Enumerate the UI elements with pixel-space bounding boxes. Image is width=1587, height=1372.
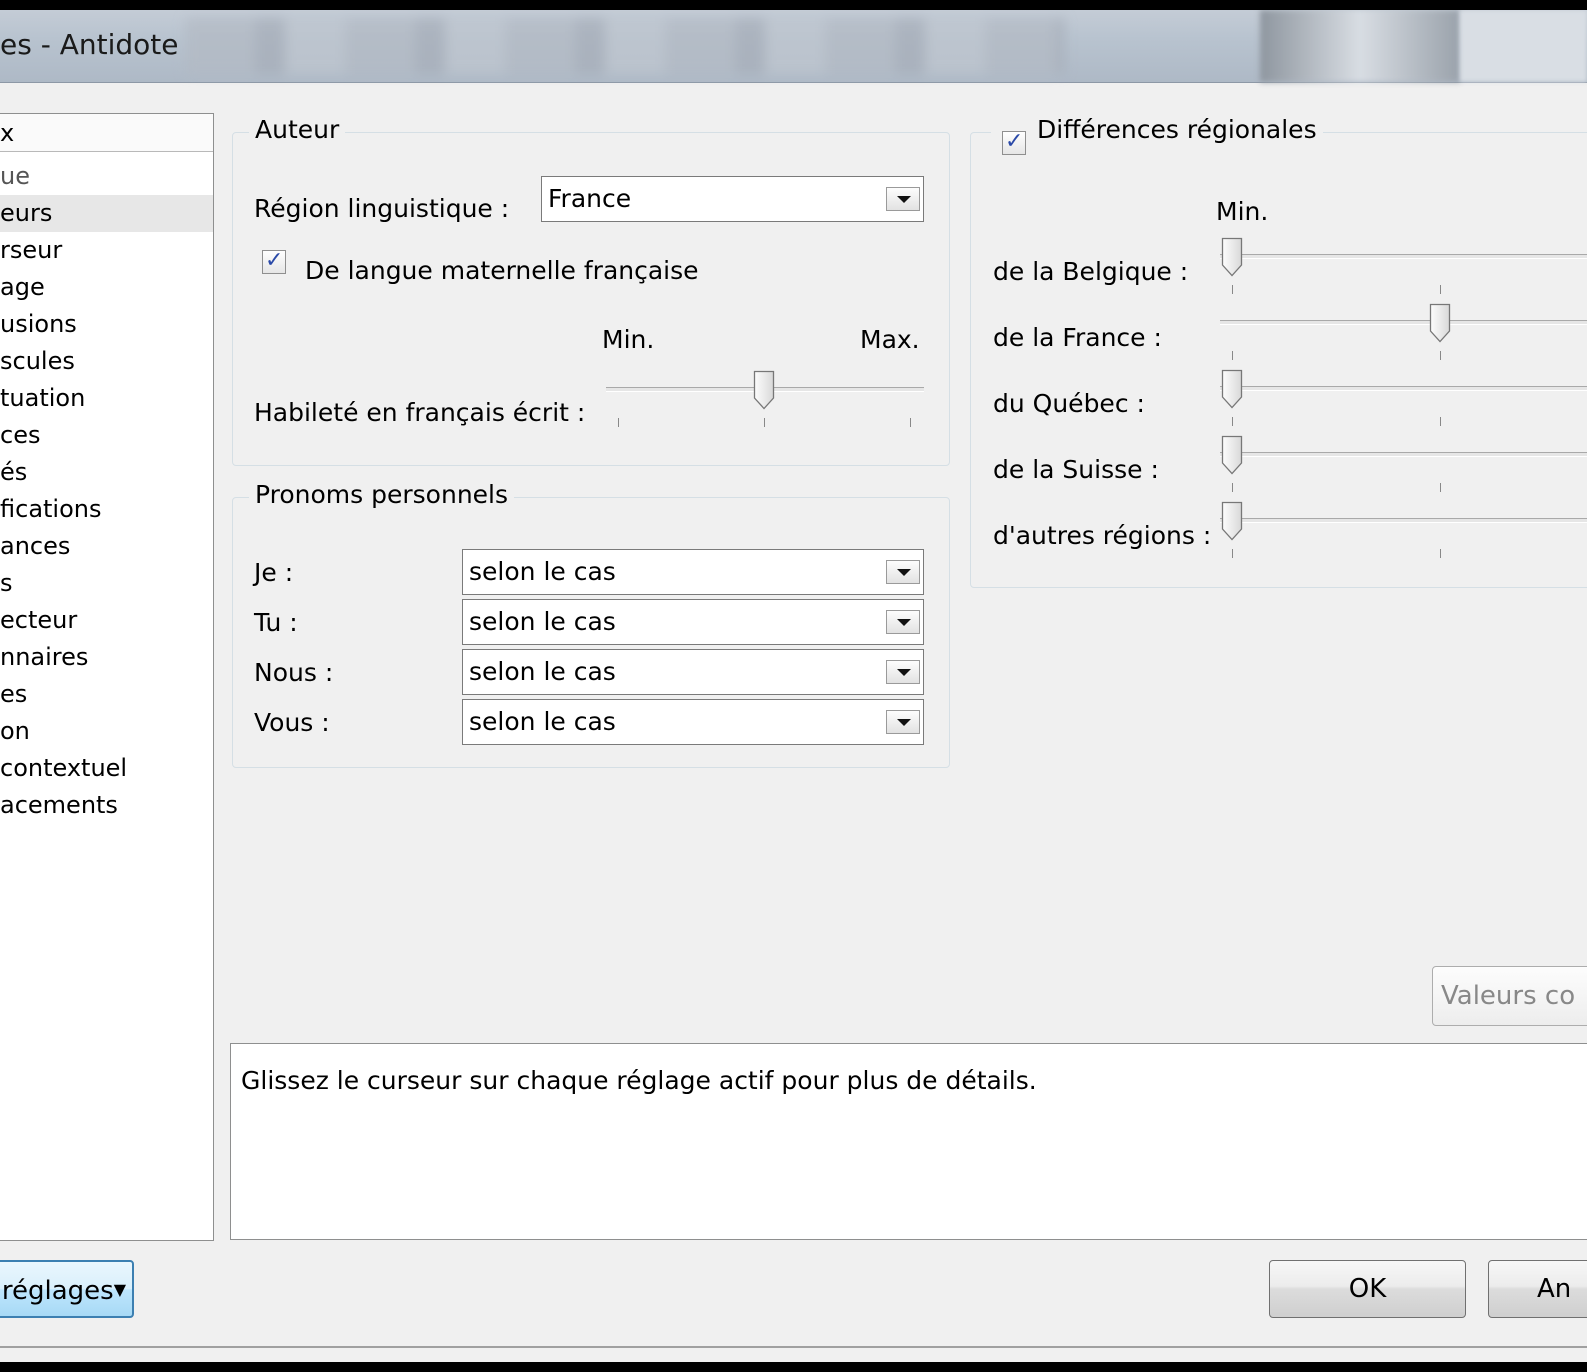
category-item[interactable]: contextuel: [0, 750, 213, 787]
category-item[interactable]: tuation: [0, 380, 213, 417]
habilete-max-label: Max.: [860, 325, 920, 354]
category-item[interactable]: ces: [0, 417, 213, 454]
region-slider-label: du Québec :: [993, 389, 1145, 418]
region-slider-label: de la Suisse :: [993, 455, 1159, 484]
pronoms-group-title: Pronoms personnels: [249, 480, 515, 509]
regions-checkbox[interactable]: [1002, 129, 1026, 155]
pronom-label: Tu :: [254, 608, 298, 637]
slider-tick: [910, 418, 911, 427]
category-item[interactable]: es: [0, 676, 213, 713]
region-slider-thumb[interactable]: [1429, 303, 1451, 343]
reglages-button[interactable]: réglages▼: [0, 1260, 134, 1318]
category-item[interactable]: és: [0, 454, 213, 491]
category-item[interactable]: nnaires: [0, 639, 213, 676]
region-value: France: [548, 184, 632, 213]
region-slider-track[interactable]: [1220, 518, 1587, 523]
regions-min-label: Min.: [1216, 197, 1269, 226]
region-slider-thumb[interactable]: [1221, 237, 1243, 277]
ok-button[interactable]: OK: [1269, 1260, 1466, 1318]
slider-tick: [1440, 549, 1441, 558]
category-list[interactable]: x ue eurs rseur age usions scules tuation ces és…: [0, 113, 214, 1241]
chevron-down-icon[interactable]: [886, 710, 920, 734]
pronom-dropdown[interactable]: selon le cas: [462, 649, 924, 695]
pronom-value: selon le cas: [469, 657, 616, 686]
region-slider-track[interactable]: [1220, 320, 1587, 325]
pronom-label: Nous :: [254, 658, 334, 687]
category-item[interactable]: ue: [0, 158, 213, 195]
pronom-value: selon le cas: [469, 557, 616, 586]
description-text: Glissez le curseur sur chaque réglage ac…: [241, 1066, 1037, 1095]
slider-tick: [618, 418, 619, 427]
valeurs-button[interactable]: Valeurs co: [1432, 966, 1587, 1026]
region-slider-thumb[interactable]: [1221, 501, 1243, 541]
pronom-value: selon le cas: [469, 607, 616, 636]
chevron-down-icon[interactable]: [886, 187, 920, 211]
blurred-background-2: [1260, 10, 1460, 82]
region-slider-track[interactable]: [1220, 254, 1587, 259]
region-slider-thumb[interactable]: [1221, 435, 1243, 475]
habilete-label: Habileté en français écrit :: [254, 398, 586, 427]
pronom-dropdown[interactable]: selon le cas: [462, 599, 924, 645]
preferences-window: es - Antidote x ue eurs rseur age usions scul…: [0, 10, 1587, 1362]
category-item[interactable]: s: [0, 565, 213, 602]
pronom-label: Vous :: [254, 708, 330, 737]
slider-tick: [1232, 483, 1233, 492]
slider-tick: [1440, 483, 1441, 492]
category-item[interactable]: eurs: [0, 195, 213, 232]
slider-tick: [1232, 549, 1233, 558]
slider-tick: [1440, 285, 1441, 294]
region-slider-label: d'autres régions :: [993, 521, 1212, 550]
region-slider-track[interactable]: [1220, 386, 1587, 391]
blurred-background: [185, 18, 1065, 74]
region-slider-label: de la France :: [993, 323, 1162, 352]
region-slider-track[interactable]: [1220, 452, 1587, 457]
slider-tick: [1232, 417, 1233, 426]
description-box: Glissez le curseur sur chaque réglage ac…: [230, 1043, 1587, 1240]
chevron-down-icon[interactable]: [886, 610, 920, 634]
category-item[interactable]: rseur: [0, 232, 213, 269]
chevron-down-icon[interactable]: [886, 560, 920, 584]
window-bottom-edge: [0, 1346, 1587, 1348]
category-item[interactable]: fications: [0, 491, 213, 528]
window-title: es - Antidote: [0, 28, 179, 61]
category-item[interactable]: ances: [0, 528, 213, 565]
slider-tick: [1440, 417, 1441, 426]
category-item[interactable]: scules: [0, 343, 213, 380]
region-slider-label: de la Belgique :: [993, 257, 1189, 286]
blurred-background-3: [1460, 10, 1587, 82]
maternelle-label: De langue maternelle française: [305, 256, 699, 285]
category-item[interactable]: usions: [0, 306, 213, 343]
slider-tick: [1440, 351, 1441, 360]
reglages-label: réglages: [1, 1276, 114, 1306]
region-slider-thumb[interactable]: [1221, 369, 1243, 409]
dropdown-arrow-icon: ▼: [113, 1280, 126, 1299]
category-list-header: x: [0, 114, 213, 152]
pronom-label: Je :: [254, 558, 294, 587]
cancel-button[interactable]: An: [1488, 1260, 1587, 1318]
habilete-slider-thumb[interactable]: [753, 370, 775, 410]
category-item[interactable]: age: [0, 269, 213, 306]
pronom-dropdown[interactable]: selon le cas: [462, 699, 924, 745]
pronom-dropdown[interactable]: selon le cas: [462, 549, 924, 595]
category-item[interactable]: on: [0, 713, 213, 750]
regions-group-title: Différences régionales: [991, 115, 1323, 144]
auteur-group-title: Auteur: [249, 115, 346, 144]
category-item[interactable]: acements: [0, 787, 213, 824]
region-label: Région linguistique :: [254, 194, 510, 223]
slider-tick: [1232, 351, 1233, 360]
slider-tick: [764, 418, 765, 427]
maternelle-checkbox[interactable]: [262, 248, 286, 274]
habilete-min-label: Min.: [602, 325, 655, 354]
pronom-value: selon le cas: [469, 707, 616, 736]
region-dropdown[interactable]: France: [541, 176, 924, 222]
chevron-down-icon[interactable]: [886, 660, 920, 684]
slider-tick: [1232, 285, 1233, 294]
category-item[interactable]: ecteur: [0, 602, 213, 639]
title-bar: es - Antidote: [0, 10, 1587, 83]
